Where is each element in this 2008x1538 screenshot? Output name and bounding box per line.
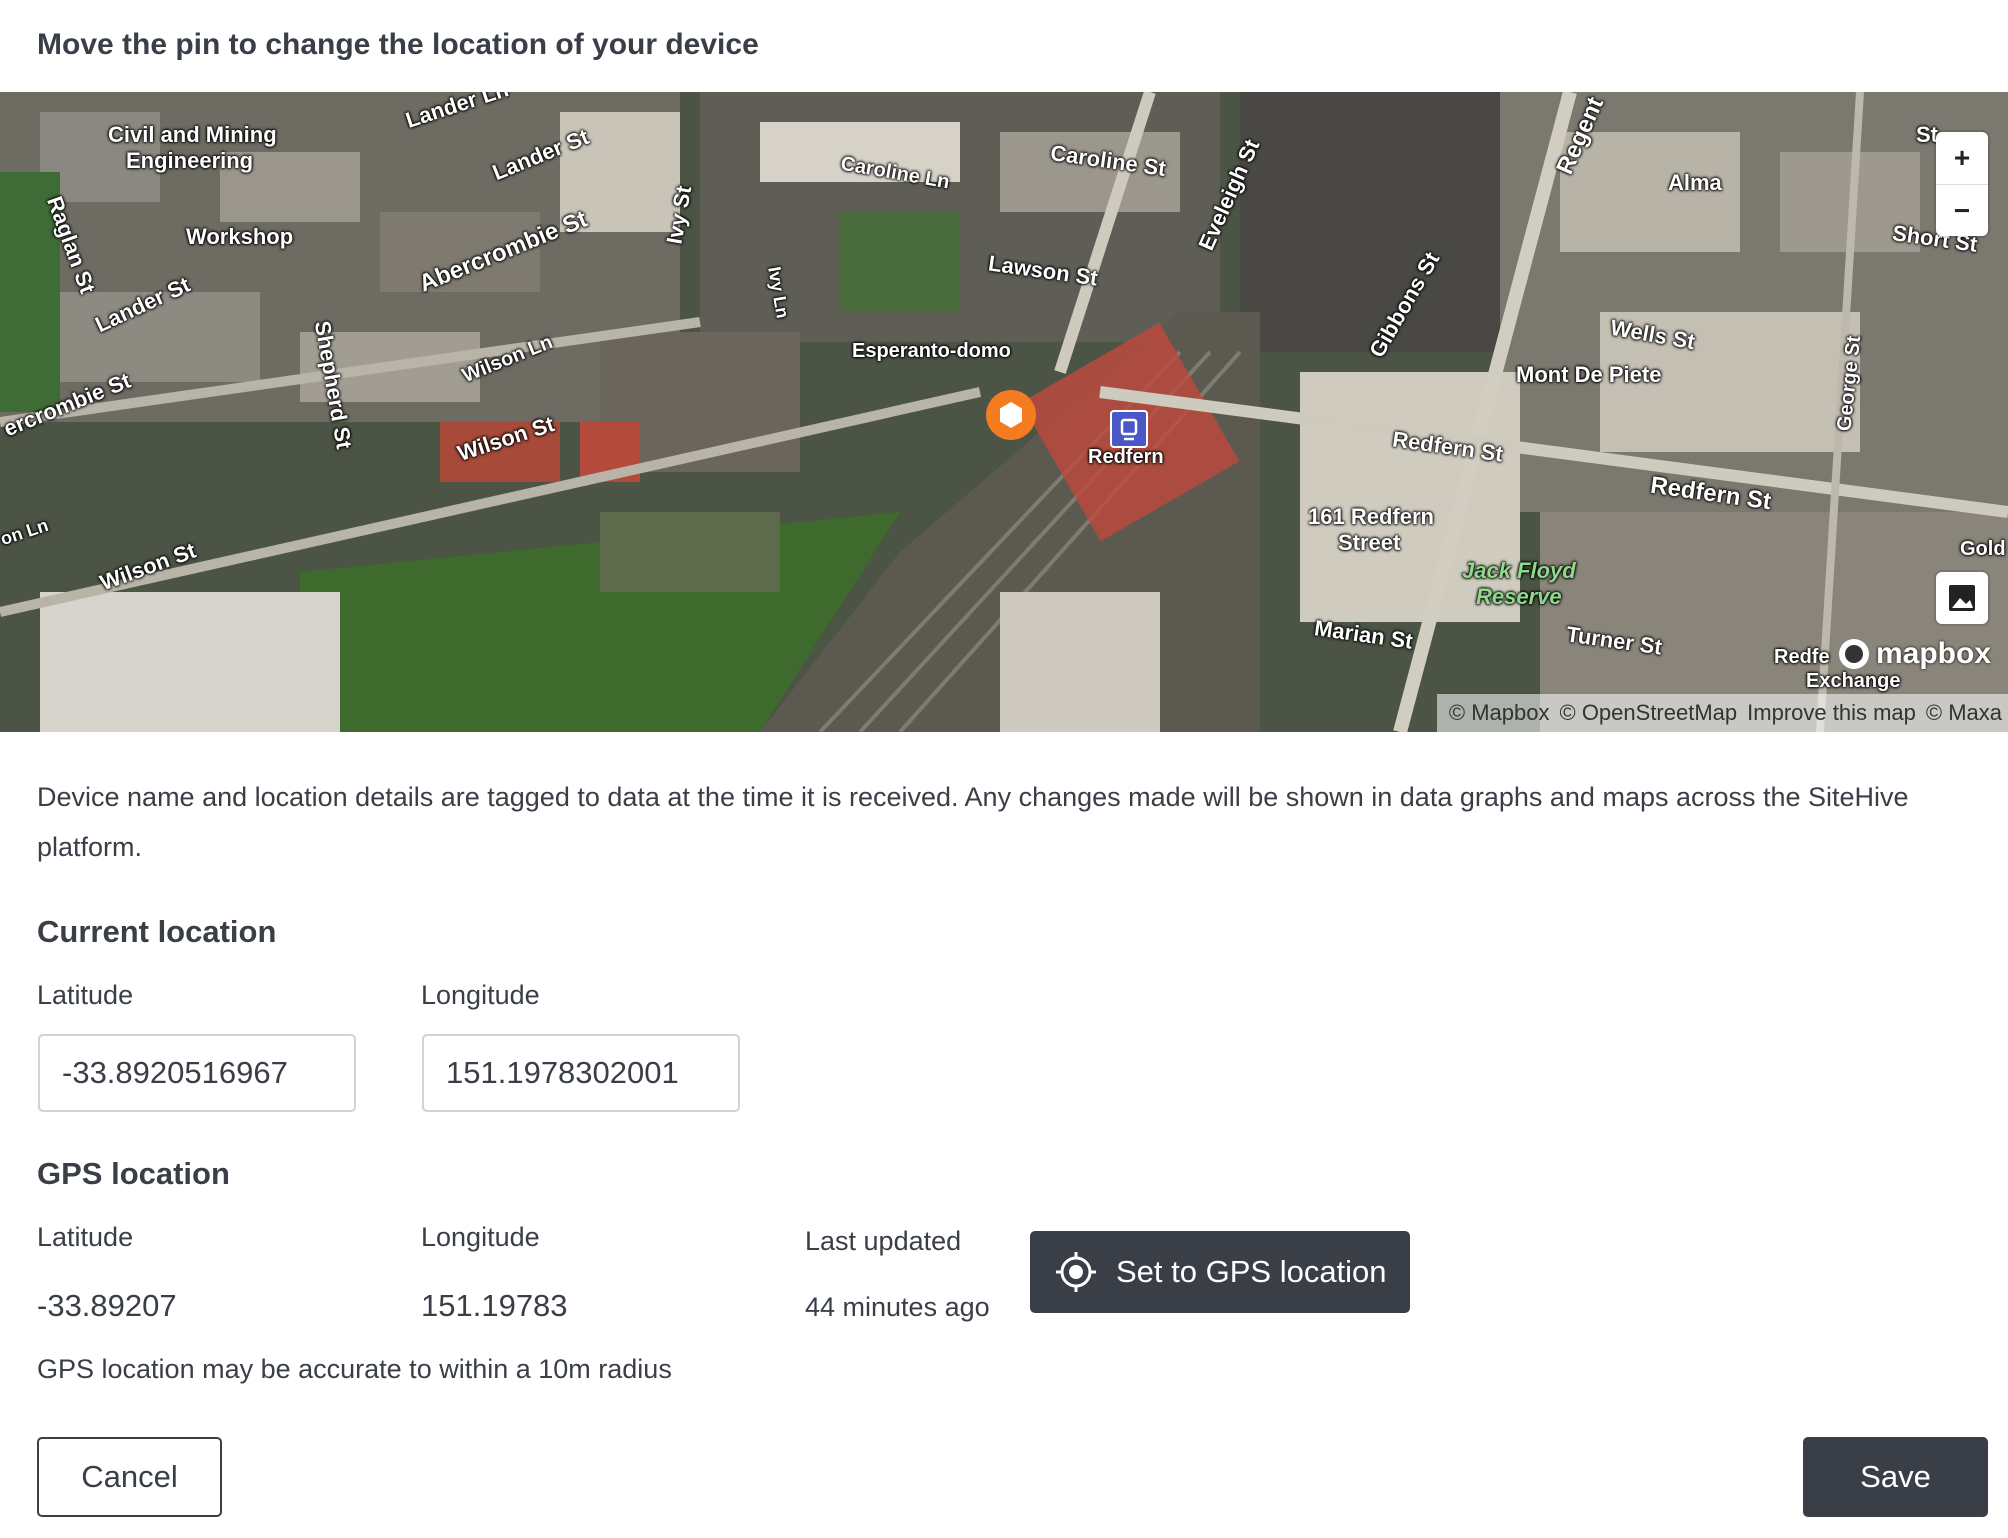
- gps-latitude-label: Latitude: [37, 1222, 134, 1252]
- mapbox-logo-text: mapbox: [1876, 637, 1992, 670]
- save-button[interactable]: Save: [1803, 1437, 1988, 1517]
- improve-map-link[interactable]: Improve this map: [1747, 700, 1916, 725]
- mapbox-icon: [1839, 639, 1869, 669]
- crosshair-icon: [1056, 1252, 1096, 1292]
- map-label: Mont De Piete: [1516, 362, 1662, 387]
- map-label: Alma: [1668, 170, 1722, 195]
- map-view[interactable]: Civil and Mining Engineering Workshop La…: [0, 92, 2008, 732]
- gps-accuracy-note: GPS location may be accurate to within a…: [37, 1354, 672, 1384]
- map-label: Redfe: [1774, 646, 1830, 668]
- hexagon-pin-icon: [986, 390, 1036, 440]
- map-label: Reserve: [1476, 584, 1562, 609]
- zoom-controls: + −: [1936, 132, 1988, 236]
- device-pin-marker[interactable]: [984, 388, 1038, 442]
- cancel-button[interactable]: Cancel: [37, 1437, 222, 1517]
- gps-location-title: GPS location: [37, 1156, 230, 1191]
- current-longitude-input[interactable]: [422, 1034, 740, 1112]
- attribution-mapbox-link[interactable]: © Mapbox: [1449, 700, 1550, 725]
- page-title: Move the pin to change the location of y…: [37, 28, 759, 61]
- attribution-maxar-link[interactable]: © Maxa: [1926, 700, 2002, 725]
- zoom-in-button[interactable]: +: [1936, 132, 1988, 184]
- map-label: St: [1916, 122, 1938, 147]
- current-latitude-input[interactable]: [38, 1034, 356, 1112]
- map-label: 161 Redfern: [1308, 504, 1434, 529]
- map-style-toggle-button[interactable]: [1936, 572, 1988, 624]
- current-longitude-label: Longitude: [421, 980, 540, 1010]
- map-label: Engineering: [126, 148, 254, 173]
- map-label: Gold: [1960, 538, 2006, 560]
- current-location-title: Current location: [37, 914, 277, 949]
- map-label: Esperanto-domo: [852, 340, 1011, 362]
- map-label: Jack Floyd: [1462, 558, 1576, 583]
- train-station-icon: [1110, 410, 1148, 448]
- mapbox-logo: mapbox: [1836, 636, 1991, 672]
- zoom-out-button[interactable]: −: [1936, 184, 1988, 236]
- image-icon: [1949, 585, 1975, 611]
- map-attribution: © Mapbox © OpenStreetMap Improve this map ©…: [1436, 694, 2008, 732]
- map-label: Civil and Mining: [108, 122, 277, 147]
- gps-longitude-label: Longitude: [421, 1222, 540, 1252]
- current-latitude-label: Latitude: [37, 980, 134, 1010]
- map-label: Street: [1338, 530, 1401, 555]
- gps-last-updated-value: 44 minutes ago: [805, 1292, 990, 1322]
- map-label: Exchange: [1806, 670, 1901, 692]
- gps-longitude-value: 151.19783: [421, 1288, 568, 1323]
- location-description: Device name and location details are tag…: [37, 782, 1909, 862]
- gps-latitude-value: -33.89207: [37, 1288, 177, 1323]
- attribution-osm-link[interactable]: © OpenStreetMap: [1560, 700, 1738, 725]
- gps-last-updated-label: Last updated: [805, 1226, 962, 1256]
- set-to-gps-location-label: Set to GPS location: [1116, 1254, 1387, 1289]
- set-to-gps-location-button[interactable]: Set to GPS location: [1030, 1231, 1410, 1313]
- map-label: Workshop: [186, 224, 294, 249]
